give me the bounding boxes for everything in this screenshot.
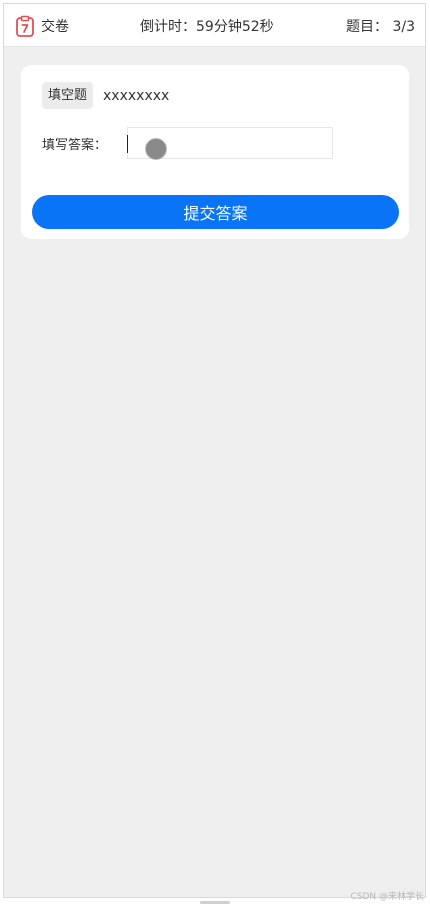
submit-paper-button[interactable]: 交卷 <box>14 15 69 37</box>
touch-pointer-indicator <box>145 138 167 160</box>
text-caret <box>127 135 128 153</box>
submit-paper-label: 交卷 <box>41 19 69 35</box>
question-row: 填空题 xxxxxxxx <box>42 82 169 109</box>
answer-row: 填写答案： <box>42 126 333 160</box>
watermark-text: CSDN @来林学长 <box>350 892 424 902</box>
top-bar: 交卷 倒计时：59分钟52秒 题目： 3/3 <box>4 4 425 47</box>
clipboard-icon <box>14 15 36 37</box>
home-indicator <box>200 901 230 904</box>
question-card: 填空题 xxxxxxxx 填写答案： 提交答案 <box>21 65 409 239</box>
question-progress: 题目： 3/3 <box>346 19 415 35</box>
answer-label: 填写答案： <box>42 137 108 153</box>
submit-answer-button[interactable]: 提交答案 <box>32 195 399 229</box>
app-frame: 交卷 倒计时：59分钟52秒 题目： 3/3 填空题 xxxxxxxx 填写答案… <box>3 3 426 898</box>
question-type-badge: 填空题 <box>42 82 94 109</box>
question-text: xxxxxxxx <box>103 87 170 104</box>
countdown-timer: 倒计时：59分钟52秒 <box>140 19 274 35</box>
